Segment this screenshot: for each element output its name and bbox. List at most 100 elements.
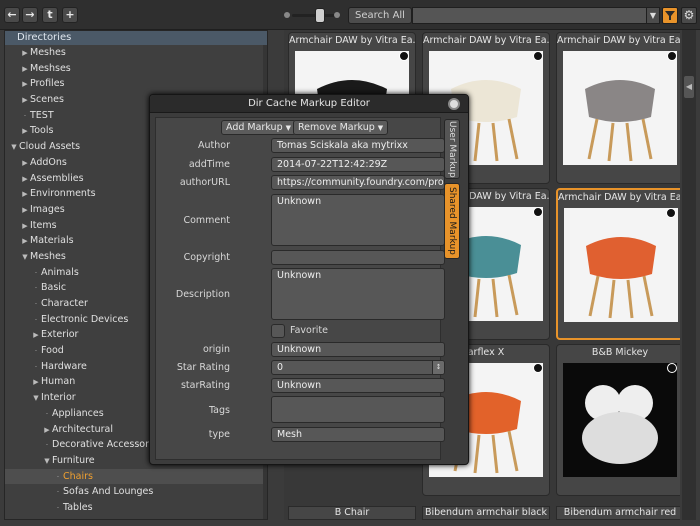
tree-item[interactable]: · Chairs — [5, 468, 267, 485]
tree-item-label: Profiles — [30, 78, 65, 90]
expanded-arrow-icon[interactable]: ▼ — [31, 391, 41, 407]
tree-item-label: Scenes — [30, 94, 64, 106]
tree-item[interactable]: ▶ Meshses — [5, 61, 267, 77]
asset-caption: Armchair DAW by Vitra Ea... — [423, 35, 549, 46]
expanded-arrow-icon[interactable]: ▼ — [9, 140, 19, 156]
collapsed-arrow-icon[interactable]: ▶ — [42, 423, 52, 439]
chevron-left-icon: ◀ — [685, 82, 693, 91]
tree-item-label: AddOns — [30, 156, 67, 168]
collapsed-arrow-icon[interactable]: ▶ — [20, 62, 30, 78]
tree-item[interactable]: ▶ Profiles — [5, 76, 267, 92]
tree-item-label: Architectural — [52, 423, 113, 435]
tree-item-label: Human — [41, 376, 76, 388]
comment-field[interactable]: Unknown — [271, 194, 445, 246]
collapsed-arrow-icon[interactable]: ▶ — [20, 187, 30, 203]
grid-scrollbar[interactable] — [682, 30, 696, 520]
collapsed-arrow-icon[interactable]: ▶ — [31, 328, 41, 344]
author-field[interactable]: Tomas Sciskala aka mytrixx — [271, 138, 445, 153]
gear-icon: ⚙ — [683, 8, 695, 22]
chevron-down-icon: ▼ — [649, 11, 657, 20]
forward-button[interactable]: → — [22, 7, 38, 23]
tree-item-label: Furniture — [52, 454, 95, 466]
asset-caption: Armchair DAW by Vitra Ea... — [289, 35, 415, 46]
leaf-dot-icon: · — [56, 472, 60, 481]
collapsed-arrow-icon[interactable]: ▶ — [20, 219, 30, 235]
asset-preview-image — [563, 363, 677, 477]
cloud-badge-icon — [533, 207, 543, 217]
authorurl-field[interactable]: https://community.foundry.com/profile, — [271, 175, 445, 190]
tree-item[interactable]: · Sofas And Lounges — [5, 484, 267, 500]
slider-handle[interactable] — [315, 8, 325, 23]
asset-caption[interactable]: B Chair — [288, 506, 416, 520]
tree-item-label: Meshes — [30, 250, 66, 262]
tree-item-label: Interior — [41, 392, 76, 404]
collapsed-arrow-icon[interactable]: ▶ — [20, 172, 30, 188]
collapsed-arrow-icon[interactable]: ▶ — [20, 156, 30, 172]
parent-folder-button[interactable]: t — [42, 7, 58, 23]
search-scope-button[interactable]: Search All — [348, 7, 412, 24]
type-field[interactable]: Mesh — [271, 427, 445, 442]
expanded-arrow-icon[interactable]: ▼ — [42, 454, 52, 470]
asset-caption[interactable]: Bibendum armchair red — [556, 506, 680, 520]
favorite-checkbox[interactable] — [271, 324, 285, 338]
tree-item-label: Appliances — [52, 407, 104, 419]
grid-scrollbar-thumb[interactable]: ◀ — [684, 76, 694, 98]
asset-thumbnail[interactable]: Armchair DAW by Vitra Ea... — [556, 188, 680, 340]
starrating-field[interactable]: Unknown — [271, 378, 445, 393]
chair-shape — [585, 80, 655, 162]
tree-item[interactable]: · Tables — [5, 500, 267, 516]
collapsed-arrow-icon[interactable]: ▶ — [20, 93, 30, 109]
leaf-dot-icon: · — [34, 284, 38, 293]
chair-shape — [586, 237, 656, 319]
collapsed-arrow-icon[interactable]: ▶ — [20, 203, 30, 219]
expanded-arrow-icon[interactable]: ▼ — [20, 250, 30, 266]
copyright-field[interactable] — [271, 250, 445, 265]
tree-item-label: Hardware — [41, 360, 87, 372]
tab-shared-markup[interactable]: Shared Markup — [444, 183, 460, 259]
search-input[interactable] — [412, 7, 648, 24]
settings-button[interactable]: ⚙ — [681, 7, 697, 24]
copyright-label: Copyright — [183, 252, 230, 263]
asset-caption[interactable]: Bibendum armchair black — [422, 506, 550, 520]
stepper-icon[interactable]: ↕ — [432, 361, 444, 374]
add-button[interactable]: + — [62, 7, 78, 23]
chevron-down-icon: ▼ — [285, 124, 292, 132]
origin-field[interactable]: Unknown — [271, 342, 445, 357]
arrow-left-icon: ← — [7, 8, 17, 21]
collapsed-arrow-icon[interactable]: ▶ — [20, 234, 30, 250]
starrating-label: starRating — [180, 380, 230, 391]
star-rating-field[interactable]: 0 ↕ — [271, 360, 445, 375]
filter-button[interactable] — [662, 7, 678, 24]
tree-item-label: Basic — [41, 282, 67, 294]
leaf-dot-icon: · — [45, 409, 49, 418]
chevron-down-icon: ▼ — [377, 124, 384, 132]
back-button[interactable]: ← — [4, 7, 20, 23]
add-markup-button[interactable]: Add Markup ▼ — [221, 120, 297, 135]
addtime-field[interactable]: 2014-07-22T12:42:29Z — [271, 157, 445, 172]
collapsed-arrow-icon[interactable]: ▶ — [20, 46, 30, 62]
remove-markup-button[interactable]: Remove Markup ▼ — [293, 120, 389, 135]
collapsed-arrow-icon[interactable]: ▶ — [31, 375, 41, 391]
tree-item[interactable]: ▶ Meshes — [5, 45, 267, 61]
collapsed-arrow-icon[interactable]: ▶ — [20, 124, 30, 140]
markup-editor-dialog: Dir Cache Markup Editor Add Markup ▼ Rem… — [149, 94, 469, 465]
leaf-dot-icon: · — [23, 111, 27, 120]
type-label: type — [208, 429, 230, 440]
tags-field[interactable] — [271, 396, 445, 423]
cloud-badge-icon — [399, 51, 409, 61]
description-field[interactable]: Unknown — [271, 268, 445, 320]
tree-item-label: Assemblies — [30, 172, 84, 184]
tree-item-label: Food — [41, 345, 64, 357]
asset-thumbnail[interactable]: Armchair DAW by Vitra Ea... — [556, 32, 680, 184]
asset-thumbnail[interactable]: B&B Mickey — [556, 344, 680, 496]
asset-browser-window: ← → t + Search All ▼ ⚙ Directories ▶ Mesh… — [0, 0, 700, 526]
search-dropdown-button[interactable]: ▼ — [646, 7, 660, 24]
collapsed-arrow-icon[interactable]: ▶ — [20, 77, 30, 93]
tags-label: Tags — [208, 405, 230, 416]
cloud-badge-icon — [667, 51, 677, 61]
tree-header: Directories — [5, 31, 267, 45]
close-button[interactable] — [448, 98, 460, 110]
add-markup-label: Add Markup — [226, 122, 283, 133]
star-rating-label: Star Rating — [176, 362, 230, 373]
tab-user-markup[interactable]: User Markup — [444, 119, 460, 179]
